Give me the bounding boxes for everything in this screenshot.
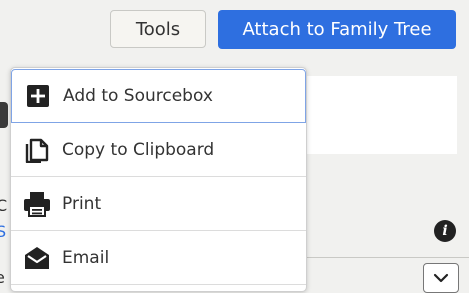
menu-item-print[interactable]: Print xyxy=(11,177,306,231)
expand-button[interactable] xyxy=(423,263,459,293)
menu-item-email[interactable]: Email xyxy=(11,231,306,285)
divider xyxy=(300,257,469,258)
tools-button-label: Tools xyxy=(135,18,181,40)
printer-icon xyxy=(23,190,51,218)
plus-box-icon xyxy=(24,82,52,110)
envelope-icon xyxy=(23,244,51,272)
menu-item-label: Copy to Clipboard xyxy=(62,140,215,160)
menu-item-add-to-sourcebox[interactable]: Add to Sourcebox xyxy=(11,69,306,123)
partial-text-e: e xyxy=(0,268,5,287)
menu-item-label: Add to Sourcebox xyxy=(63,86,213,106)
chevron-down-icon xyxy=(433,273,449,283)
partial-dark-element xyxy=(0,102,8,128)
attach-button-label: Attach to Family Tree xyxy=(242,19,432,40)
menu-item-copy-to-clipboard[interactable]: Copy to Clipboard xyxy=(11,123,306,177)
attach-to-family-tree-button[interactable]: Attach to Family Tree xyxy=(218,10,456,49)
tools-dropdown-menu: Add to Sourcebox Copy to Clipboard Print xyxy=(10,67,307,292)
info-icon[interactable]: i xyxy=(434,220,456,242)
menu-item-label: Email xyxy=(62,248,110,268)
partial-text-c: C xyxy=(0,196,8,215)
partial-link-s[interactable]: S xyxy=(0,222,6,241)
content-panel xyxy=(300,76,457,154)
copy-icon xyxy=(23,136,51,164)
tools-button[interactable]: Tools xyxy=(110,10,206,48)
menu-item-label: Print xyxy=(62,194,102,214)
